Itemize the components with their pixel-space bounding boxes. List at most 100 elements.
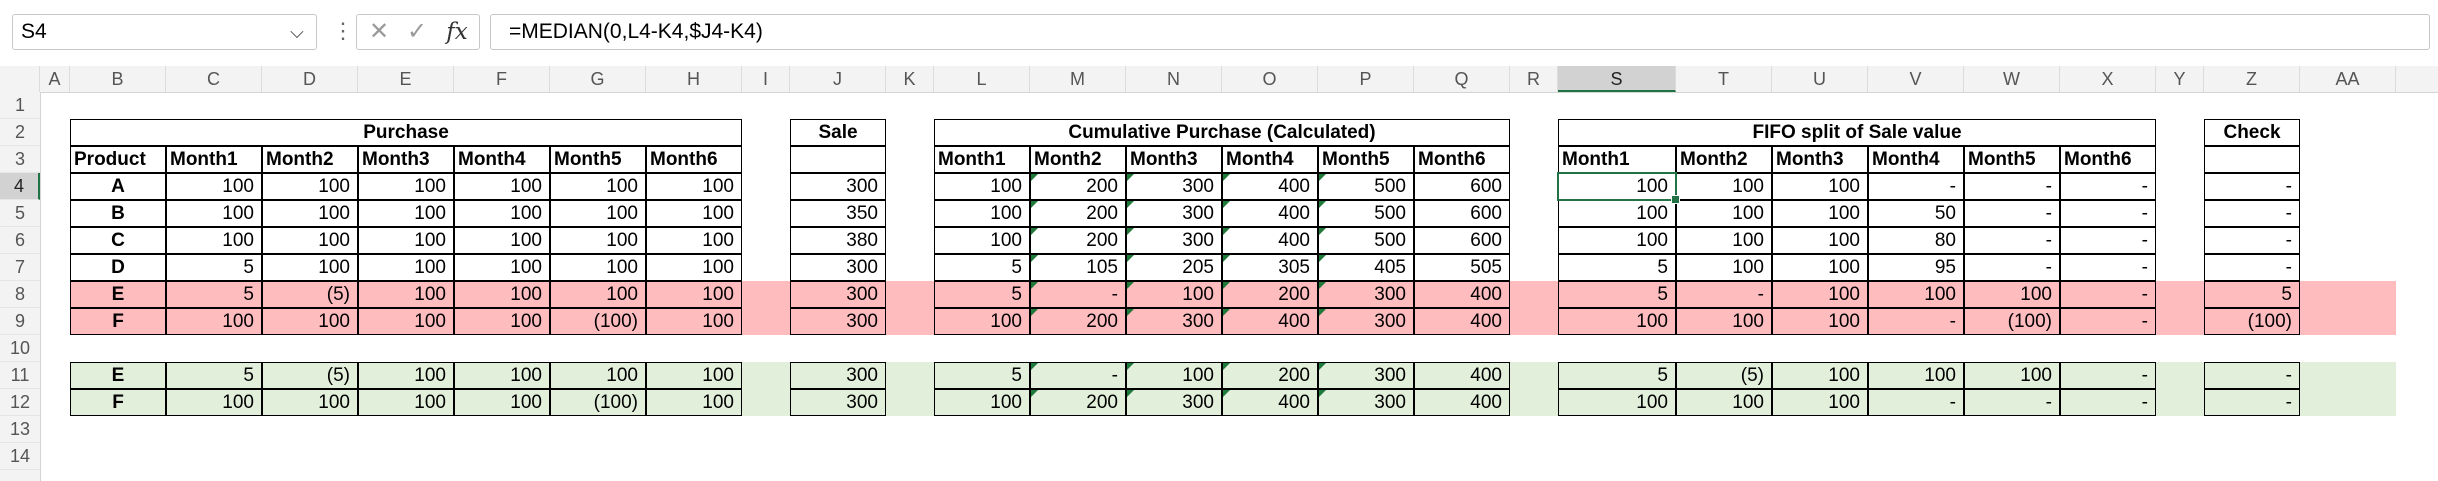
row-header-3[interactable]: 3 <box>0 146 40 173</box>
table-fifo-cell[interactable]: - <box>1868 308 1964 335</box>
table-purchase-cell[interactable]: 100 <box>454 308 550 335</box>
column-header-d[interactable]: D <box>262 66 358 92</box>
table-fifo-cell[interactable]: - <box>2060 308 2156 335</box>
column-header-s[interactable]: S <box>1558 66 1676 92</box>
table2-fifo-cell[interactable]: - <box>1964 389 2060 416</box>
header-cumulative-month6[interactable]: Month6 <box>1414 146 1510 173</box>
table-sale-cell[interactable]: 300 <box>790 254 886 281</box>
table-fifo-cell[interactable]: 100 <box>1676 227 1772 254</box>
column-header-i[interactable]: I <box>742 66 790 92</box>
column-header-z[interactable]: Z <box>2204 66 2300 92</box>
header-fifo-month5[interactable]: Month5 <box>1964 146 2060 173</box>
table-purchase-cell[interactable]: 100 <box>166 200 262 227</box>
table-fifo-cell[interactable]: - <box>1676 281 1772 308</box>
table-purchase-cell[interactable]: 100 <box>550 173 646 200</box>
table-fifo-cell[interactable]: - <box>1964 173 2060 200</box>
header-purchase-month1[interactable]: Month1 <box>166 146 262 173</box>
section-header-purchase[interactable]: Purchase <box>70 119 742 146</box>
table-fifo-cell[interactable]: 100 <box>1676 173 1772 200</box>
table2-fifo-cell[interactable]: 100 <box>1868 362 1964 389</box>
table-cumulative-cell[interactable]: 200 <box>1030 308 1126 335</box>
name-box[interactable]: S4 ⌵ <box>12 14 317 50</box>
table-fifo-cell[interactable]: 100 <box>1772 308 1868 335</box>
table-sale-cell[interactable]: 380 <box>790 227 886 254</box>
formula-input[interactable]: =MEDIAN(0,L4-K4,$J4-K4) <box>490 14 2430 50</box>
table-fifo-cell[interactable]: 95 <box>1868 254 1964 281</box>
row-header-10[interactable]: 10 <box>0 335 40 362</box>
table-purchase-cell[interactable]: 100 <box>166 173 262 200</box>
row-header-7[interactable]: 7 <box>0 254 40 281</box>
table-cumulative-cell[interactable]: 300 <box>1126 308 1222 335</box>
row-header-14[interactable]: 14 <box>0 443 40 470</box>
table2-purchase-cell[interactable]: 100 <box>646 362 742 389</box>
table-cumulative-cell[interactable]: 300 <box>1126 173 1222 200</box>
table-cumulative-cell[interactable]: 300 <box>1126 227 1222 254</box>
table-purchase-cell[interactable]: 5 <box>166 254 262 281</box>
table-purchase-cell[interactable]: 100 <box>262 227 358 254</box>
select-all-corner[interactable] <box>0 66 40 92</box>
table-purchase-cell[interactable]: (5) <box>262 281 358 308</box>
table-cumulative-cell[interactable]: 100 <box>934 173 1030 200</box>
row-header-2[interactable]: 2 <box>0 119 40 146</box>
table-cumulative-cell[interactable]: 100 <box>934 200 1030 227</box>
table-sale-cell[interactable]: 300 <box>790 308 886 335</box>
table-cumulative-cell[interactable]: 300 <box>1318 281 1414 308</box>
table-purchase-cell[interactable]: 100 <box>166 227 262 254</box>
table-cumulative-cell[interactable]: 100 <box>934 308 1030 335</box>
table-purchase-cell[interactable]: 100 <box>358 173 454 200</box>
header-purchase-month3[interactable]: Month3 <box>358 146 454 173</box>
table-cumulative-cell[interactable]: 200 <box>1030 200 1126 227</box>
table2-purchase-cell[interactable]: 100 <box>358 362 454 389</box>
column-header-x[interactable]: X <box>2060 66 2156 92</box>
header-cumulative-month5[interactable]: Month5 <box>1318 146 1414 173</box>
table2-cumulative-cell[interactable]: - <box>1030 362 1126 389</box>
row-header-12[interactable]: 12 <box>0 389 40 416</box>
table2-cumulative-cell[interactable]: 400 <box>1414 389 1510 416</box>
header-purchase-month4[interactable]: Month4 <box>454 146 550 173</box>
table-sale-cell[interactable]: 300 <box>790 281 886 308</box>
table2-cumulative-cell[interactable]: 400 <box>1222 389 1318 416</box>
column-header-c[interactable]: C <box>166 66 262 92</box>
table-fifo-cell[interactable]: 100 <box>1558 308 1676 335</box>
table-purchase-cell[interactable]: 100 <box>454 200 550 227</box>
table-fifo-cell[interactable]: 100 <box>1964 281 2060 308</box>
table2-purchase-cell[interactable]: 100 <box>454 389 550 416</box>
column-header-t[interactable]: T <box>1676 66 1772 92</box>
table-fifo-cell[interactable]: 100 <box>1558 200 1676 227</box>
table-fifo-cell[interactable]: 100 <box>1868 281 1964 308</box>
table-cumulative-cell[interactable]: 500 <box>1318 173 1414 200</box>
table-cumulative-cell[interactable]: 100 <box>934 227 1030 254</box>
table-fifo-cell[interactable]: - <box>1868 173 1964 200</box>
table-fifo-cell[interactable]: 100 <box>1676 308 1772 335</box>
table-cumulative-cell[interactable]: 305 <box>1222 254 1318 281</box>
row-header-11[interactable]: 11 <box>0 362 40 389</box>
table-cumulative-cell[interactable]: 105 <box>1030 254 1126 281</box>
table-cumulative-cell[interactable]: 400 <box>1414 281 1510 308</box>
table-fifo-cell[interactable]: 100 <box>1772 227 1868 254</box>
table-product-e[interactable]: E <box>70 281 166 308</box>
table-product-d[interactable]: D <box>70 254 166 281</box>
table-cumulative-cell[interactable]: 500 <box>1318 227 1414 254</box>
fill-handle[interactable] <box>1671 195 1680 204</box>
table-sale-cell[interactable]: 350 <box>790 200 886 227</box>
table-purchase-cell[interactable]: 100 <box>646 254 742 281</box>
table-purchase-cell[interactable]: 100 <box>262 254 358 281</box>
table2-check-cell[interactable]: - <box>2204 389 2300 416</box>
table-purchase-cell[interactable]: 100 <box>358 254 454 281</box>
table2-fifo-cell[interactable]: 100 <box>1772 389 1868 416</box>
table-cumulative-cell[interactable]: - <box>1030 281 1126 308</box>
table-fifo-cell[interactable]: 50 <box>1868 200 1964 227</box>
table2-cumulative-cell[interactable]: 100 <box>934 389 1030 416</box>
table-cumulative-cell[interactable]: 600 <box>1414 173 1510 200</box>
table-product-a[interactable]: A <box>70 173 166 200</box>
table-fifo-cell[interactable]: 100 <box>1676 254 1772 281</box>
row-header-6[interactable]: 6 <box>0 227 40 254</box>
section-header-cumulative[interactable]: Cumulative Purchase (Calculated) <box>934 119 1510 146</box>
table2-fifo-cell[interactable]: 100 <box>1676 389 1772 416</box>
column-header-h[interactable]: H <box>646 66 742 92</box>
table-purchase-cell[interactable]: 100 <box>550 281 646 308</box>
table-purchase-cell[interactable]: 100 <box>166 308 262 335</box>
table-purchase-cell[interactable]: 100 <box>358 308 454 335</box>
table-fifo-cell[interactable]: - <box>2060 281 2156 308</box>
enter-icon[interactable]: ✓ <box>399 15 435 49</box>
